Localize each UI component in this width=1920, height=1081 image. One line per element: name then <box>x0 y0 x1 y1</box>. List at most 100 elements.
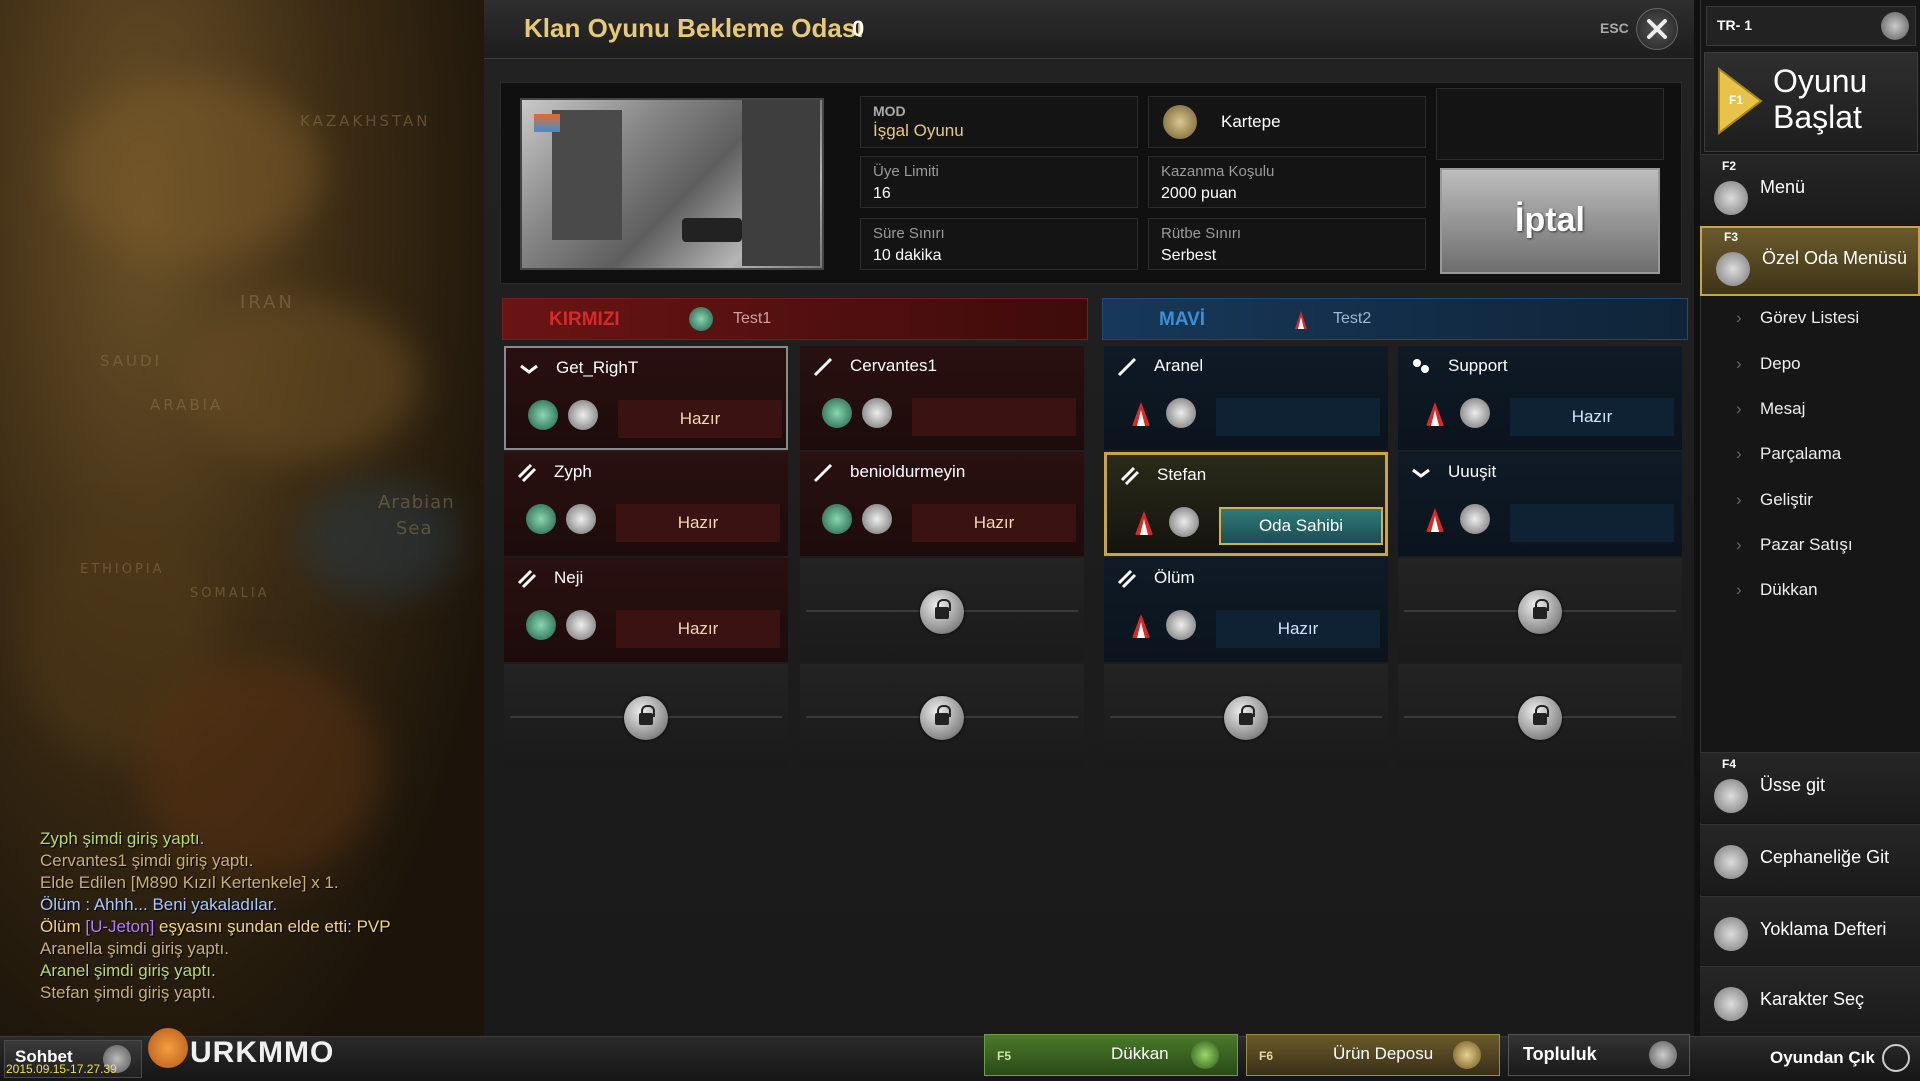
room-owner-badge: Oda Sahibi <box>1219 507 1383 545</box>
armory-button[interactable]: Cephaneliğe Git <box>1700 824 1920 895</box>
locked-slot[interactable] <box>504 664 788 768</box>
rank-icon <box>1166 398 1196 428</box>
player-slot[interactable]: Aranel <box>1104 346 1388 450</box>
lock-icon <box>624 696 668 740</box>
player-slot[interactable]: Uuuşit <box>1398 452 1682 556</box>
menu-label: Menü <box>1760 177 1806 197</box>
grenade-icon <box>1413 359 1429 373</box>
attendance-button[interactable]: Yoklama Defteri <box>1700 896 1920 967</box>
close-button[interactable] <box>1636 8 1678 50</box>
storage-key: F6 <box>1259 1049 1274 1063</box>
shop-button[interactable]: F5 Dükkan <box>984 1034 1238 1076</box>
rifle-icon <box>517 463 537 483</box>
locked-slot[interactable] <box>1398 558 1682 662</box>
private-room-icon <box>1716 252 1750 286</box>
thumb-building <box>742 100 820 266</box>
clan-emblem-icon <box>1426 508 1444 532</box>
lock-icon <box>920 590 964 634</box>
map-label: Sea <box>396 518 433 539</box>
red-team-name: KIRMIZI <box>549 309 620 330</box>
armory-icon <box>1714 845 1748 879</box>
thumb-car <box>682 218 742 242</box>
map-name: Kartepe <box>1221 112 1281 131</box>
community-icon <box>1649 1041 1677 1069</box>
storage-button[interactable]: F6 Ürün Deposu <box>1246 1034 1500 1076</box>
time-limit-box: Süre Sınırı 10 dakika <box>860 218 1138 270</box>
cancel-button[interactable]: İptal <box>1440 168 1660 274</box>
player-name: Neji <box>554 568 584 587</box>
player-slot[interactable]: Cervantes1 <box>800 346 1084 450</box>
base-key: F4 <box>1722 757 1737 771</box>
locked-slot[interactable] <box>1104 664 1388 768</box>
settings-icon[interactable] <box>1881 12 1909 40</box>
player-slot[interactable]: Neji Hazır <box>504 558 788 662</box>
chat-line: Stefan şimdi giriş yaptı. <box>40 983 216 1002</box>
room-number: 0 <box>852 16 865 41</box>
clan-emblem-icon <box>526 504 556 534</box>
submenu-item[interactable]: Mesaj <box>1736 399 1806 419</box>
character-select-button[interactable]: Karakter Seç <box>1700 966 1920 1037</box>
status-badge <box>912 398 1076 436</box>
submenu-item[interactable]: Geliştir <box>1736 490 1813 510</box>
attendance-label: Yoklama Defteri <box>1760 919 1887 939</box>
player-slot[interactable]: Zyph Hazır <box>504 452 788 556</box>
chat-log: Zyph şimdi giriş yaptı. Cervantes1 şimdi… <box>40 828 480 1004</box>
submenu-item[interactable]: Görev Listesi <box>1736 308 1859 328</box>
character-icon <box>1714 987 1748 1021</box>
rank-limit-box: Rütbe Sınırı Serbest <box>1148 218 1426 270</box>
rank-icon <box>1166 610 1196 640</box>
player-name: Cervantes1 <box>850 356 937 375</box>
submenu-item[interactable]: Depo <box>1736 354 1800 374</box>
community-button[interactable]: Topluluk <box>1508 1034 1690 1076</box>
blue-team-header: MAVİ Test2 <box>1102 298 1688 340</box>
chat-text: eşyasını şundan elde etti: PVP <box>159 917 391 936</box>
base-icon <box>1714 779 1748 813</box>
rank-icon <box>566 504 596 534</box>
rifle-icon <box>1117 357 1137 377</box>
chat-line: Aranel şimdi giriş yaptı. <box>40 961 216 980</box>
locked-slot[interactable] <box>1398 664 1682 768</box>
character-select-label: Karakter Seç <box>1760 989 1865 1009</box>
close-icon <box>1647 19 1667 39</box>
red-team-header: KIRMIZI Test1 <box>502 298 1088 340</box>
menu-icon <box>1714 181 1748 215</box>
empty-box <box>1436 88 1664 160</box>
player-slot[interactable]: Get_RighT Hazır <box>504 346 788 450</box>
title-bar: Klan Oyunu Bekleme Odası 0 ESC <box>484 0 1694 59</box>
player-slot[interactable]: Stefan Oda Sahibi <box>1104 452 1388 556</box>
start-label-1: Oyunu <box>1773 63 1868 99</box>
thumb-building <box>552 110 622 240</box>
rifle-icon <box>1117 569 1137 589</box>
chat-line: Ölüm [U-Jeton] eşyasını şundan elde etti… <box>40 916 480 938</box>
locked-slot[interactable] <box>800 664 1084 768</box>
status-badge <box>1510 504 1674 542</box>
menu-button[interactable]: F2 Menü <box>1700 154 1920 225</box>
clan-emblem-icon <box>1132 614 1150 638</box>
player-slot[interactable]: Ölüm Hazır <box>1104 558 1388 662</box>
chat-line: Elde Edilen [M890 Kızıl Kertenkele] x 1. <box>40 873 339 892</box>
menu-key: F2 <box>1722 159 1737 173</box>
storage-icon <box>1453 1041 1481 1069</box>
base-button[interactable]: F4 Üsse git <box>1700 752 1920 823</box>
locked-slot[interactable] <box>800 558 1084 662</box>
private-room-menu-button[interactable]: F3 Özel Oda Menüsü <box>1700 226 1920 296</box>
attendance-icon <box>1714 917 1748 951</box>
timestamp: 2015.09.15-17.27.39 <box>6 1062 117 1076</box>
logo-text: URKMMO <box>190 1036 335 1069</box>
clan-emblem-icon <box>1289 307 1313 331</box>
submenu-item[interactable]: Parçalama <box>1736 444 1841 464</box>
rank-icon <box>568 400 598 430</box>
rank-icon <box>1460 398 1490 428</box>
start-game-button[interactable]: F1 Oyunu Başlat <box>1704 52 1918 152</box>
power-icon <box>1882 1044 1910 1072</box>
submenu-item[interactable]: Pazar Satışı <box>1736 535 1853 555</box>
status-badge: Hazır <box>1216 610 1380 648</box>
player-slot[interactable]: benioldurmeyin Hazır <box>800 452 1084 556</box>
clan-emblem-icon <box>689 307 713 331</box>
exit-game-button[interactable]: Oyundan Çık <box>1700 1036 1920 1080</box>
member-limit-value: 16 <box>873 185 891 202</box>
map-label: SOMALIA <box>190 586 270 601</box>
win-condition-label: Kazanma Koşulu <box>1161 163 1275 180</box>
player-slot[interactable]: Support Hazır <box>1398 346 1682 450</box>
submenu-item[interactable]: Dükkan <box>1736 580 1817 600</box>
